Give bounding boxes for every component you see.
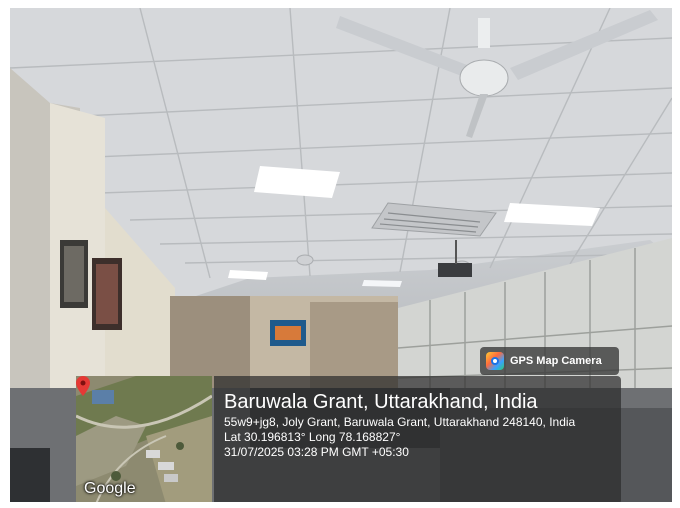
map-pin-icon (76, 376, 90, 396)
timestamp-text: 31/07/2025 03:28 PM GMT +05:30 (224, 445, 409, 459)
gps-map-camera-icon (486, 352, 504, 370)
gps-map-camera-badge: GPS Map Camera (480, 347, 619, 375)
location-info-panel: Baruwala Grant, Uttarakhand, India 55w9+… (214, 376, 621, 502)
google-attribution: Google (84, 480, 136, 497)
office-room-photo: GPS Map Camera Google Baruwala Grant, Ut… (10, 8, 672, 502)
address-text: 55w9+jg8, Joly Grant, Baruwala Grant, Ut… (224, 415, 576, 429)
coordinates-text: Lat 30.196813° Long 78.168827° (224, 430, 401, 444)
map-thumbnail: Google (76, 376, 212, 502)
place-title: Baruwala Grant, Uttarakhand, India (224, 391, 538, 413)
gps-map-camera-label: GPS Map Camera (510, 355, 602, 367)
